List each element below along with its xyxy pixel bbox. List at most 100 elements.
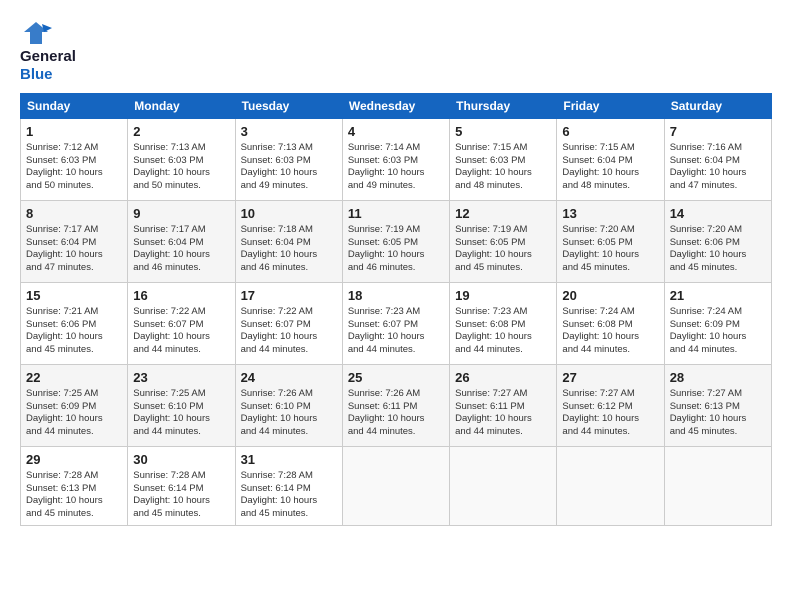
day-info-text: Sunrise: 7:19 AM Sunset: 6:05 PM Dayligh… [348, 224, 444, 275]
day-number: 3 [241, 123, 337, 141]
calendar-day-cell: 12Sunrise: 7:19 AM Sunset: 6:05 PM Dayli… [450, 201, 557, 283]
calendar-day-cell: 30Sunrise: 7:28 AM Sunset: 6:14 PM Dayli… [128, 447, 235, 526]
day-number: 7 [670, 123, 766, 141]
day-number: 24 [241, 369, 337, 387]
calendar-header-cell: Saturday [664, 94, 771, 119]
calendar-day-cell: 14Sunrise: 7:20 AM Sunset: 6:06 PM Dayli… [664, 201, 771, 283]
calendar-day-cell: 6Sunrise: 7:15 AM Sunset: 6:04 PM Daylig… [557, 119, 664, 201]
day-number: 28 [670, 369, 766, 387]
day-number: 5 [455, 123, 551, 141]
logo-bird-icon [20, 18, 52, 46]
day-info-text: Sunrise: 7:14 AM Sunset: 6:03 PM Dayligh… [348, 142, 444, 193]
day-number: 16 [133, 287, 229, 305]
calendar-day-cell: 28Sunrise: 7:27 AM Sunset: 6:13 PM Dayli… [664, 365, 771, 447]
calendar-week-row: 29Sunrise: 7:28 AM Sunset: 6:13 PM Dayli… [21, 447, 772, 526]
day-info-text: Sunrise: 7:24 AM Sunset: 6:09 PM Dayligh… [670, 306, 766, 357]
day-number: 12 [455, 205, 551, 223]
calendar-week-row: 15Sunrise: 7:21 AM Sunset: 6:06 PM Dayli… [21, 283, 772, 365]
calendar-header-cell: Tuesday [235, 94, 342, 119]
day-number: 6 [562, 123, 658, 141]
day-number: 15 [26, 287, 122, 305]
calendar-week-row: 22Sunrise: 7:25 AM Sunset: 6:09 PM Dayli… [21, 365, 772, 447]
day-number: 22 [26, 369, 122, 387]
calendar-week-row: 8Sunrise: 7:17 AM Sunset: 6:04 PM Daylig… [21, 201, 772, 283]
day-number: 10 [241, 205, 337, 223]
logo: General Blue [20, 18, 76, 83]
day-number: 26 [455, 369, 551, 387]
calendar-header-cell: Friday [557, 94, 664, 119]
calendar-day-cell: 27Sunrise: 7:27 AM Sunset: 6:12 PM Dayli… [557, 365, 664, 447]
day-info-text: Sunrise: 7:23 AM Sunset: 6:07 PM Dayligh… [348, 306, 444, 357]
calendar-day-cell: 31Sunrise: 7:28 AM Sunset: 6:14 PM Dayli… [235, 447, 342, 526]
day-number: 19 [455, 287, 551, 305]
day-number: 25 [348, 369, 444, 387]
day-info-text: Sunrise: 7:28 AM Sunset: 6:14 PM Dayligh… [133, 470, 229, 521]
calendar-day-cell: 2Sunrise: 7:13 AM Sunset: 6:03 PM Daylig… [128, 119, 235, 201]
day-info-text: Sunrise: 7:19 AM Sunset: 6:05 PM Dayligh… [455, 224, 551, 275]
day-info-text: Sunrise: 7:16 AM Sunset: 6:04 PM Dayligh… [670, 142, 766, 193]
calendar-day-cell: 4Sunrise: 7:14 AM Sunset: 6:03 PM Daylig… [342, 119, 449, 201]
day-number: 20 [562, 287, 658, 305]
day-info-text: Sunrise: 7:27 AM Sunset: 6:12 PM Dayligh… [562, 388, 658, 439]
day-number: 29 [26, 451, 122, 469]
day-info-text: Sunrise: 7:18 AM Sunset: 6:04 PM Dayligh… [241, 224, 337, 275]
calendar-day-cell: 3Sunrise: 7:13 AM Sunset: 6:03 PM Daylig… [235, 119, 342, 201]
day-number: 31 [241, 451, 337, 469]
day-number: 30 [133, 451, 229, 469]
calendar-day-cell: 1Sunrise: 7:12 AM Sunset: 6:03 PM Daylig… [21, 119, 128, 201]
day-info-text: Sunrise: 7:20 AM Sunset: 6:06 PM Dayligh… [670, 224, 766, 275]
day-number: 1 [26, 123, 122, 141]
calendar-header-cell: Wednesday [342, 94, 449, 119]
calendar-day-cell: 5Sunrise: 7:15 AM Sunset: 6:03 PM Daylig… [450, 119, 557, 201]
day-number: 21 [670, 287, 766, 305]
calendar-week-row: 1Sunrise: 7:12 AM Sunset: 6:03 PM Daylig… [21, 119, 772, 201]
day-info-text: Sunrise: 7:27 AM Sunset: 6:13 PM Dayligh… [670, 388, 766, 439]
calendar-day-cell: 17Sunrise: 7:22 AM Sunset: 6:07 PM Dayli… [235, 283, 342, 365]
day-info-text: Sunrise: 7:20 AM Sunset: 6:05 PM Dayligh… [562, 224, 658, 275]
day-info-text: Sunrise: 7:24 AM Sunset: 6:08 PM Dayligh… [562, 306, 658, 357]
day-info-text: Sunrise: 7:28 AM Sunset: 6:13 PM Dayligh… [26, 470, 122, 521]
calendar-day-cell: 26Sunrise: 7:27 AM Sunset: 6:11 PM Dayli… [450, 365, 557, 447]
calendar-day-cell: 9Sunrise: 7:17 AM Sunset: 6:04 PM Daylig… [128, 201, 235, 283]
day-info-text: Sunrise: 7:26 AM Sunset: 6:11 PM Dayligh… [348, 388, 444, 439]
day-number: 4 [348, 123, 444, 141]
day-number: 2 [133, 123, 229, 141]
day-info-text: Sunrise: 7:23 AM Sunset: 6:08 PM Dayligh… [455, 306, 551, 357]
calendar-day-cell: 7Sunrise: 7:16 AM Sunset: 6:04 PM Daylig… [664, 119, 771, 201]
header: General Blue [20, 18, 772, 83]
calendar-header-row: SundayMondayTuesdayWednesdayThursdayFrid… [21, 94, 772, 119]
calendar-day-cell: 8Sunrise: 7:17 AM Sunset: 6:04 PM Daylig… [21, 201, 128, 283]
calendar-header-cell: Sunday [21, 94, 128, 119]
calendar-day-cell: 23Sunrise: 7:25 AM Sunset: 6:10 PM Dayli… [128, 365, 235, 447]
day-number: 13 [562, 205, 658, 223]
day-info-text: Sunrise: 7:22 AM Sunset: 6:07 PM Dayligh… [241, 306, 337, 357]
calendar-day-cell: 25Sunrise: 7:26 AM Sunset: 6:11 PM Dayli… [342, 365, 449, 447]
calendar-day-cell: 21Sunrise: 7:24 AM Sunset: 6:09 PM Dayli… [664, 283, 771, 365]
day-number: 8 [26, 205, 122, 223]
day-info-text: Sunrise: 7:22 AM Sunset: 6:07 PM Dayligh… [133, 306, 229, 357]
day-info-text: Sunrise: 7:15 AM Sunset: 6:03 PM Dayligh… [455, 142, 551, 193]
calendar-header-cell: Monday [128, 94, 235, 119]
day-info-text: Sunrise: 7:17 AM Sunset: 6:04 PM Dayligh… [26, 224, 122, 275]
calendar-day-cell: 19Sunrise: 7:23 AM Sunset: 6:08 PM Dayli… [450, 283, 557, 365]
logo-general: General [20, 48, 76, 65]
calendar-day-cell: 16Sunrise: 7:22 AM Sunset: 6:07 PM Dayli… [128, 283, 235, 365]
calendar-day-cell: 29Sunrise: 7:28 AM Sunset: 6:13 PM Dayli… [21, 447, 128, 526]
day-number: 11 [348, 205, 444, 223]
day-info-text: Sunrise: 7:13 AM Sunset: 6:03 PM Dayligh… [241, 142, 337, 193]
calendar-day-cell: 20Sunrise: 7:24 AM Sunset: 6:08 PM Dayli… [557, 283, 664, 365]
calendar-day-cell: 13Sunrise: 7:20 AM Sunset: 6:05 PM Dayli… [557, 201, 664, 283]
day-info-text: Sunrise: 7:17 AM Sunset: 6:04 PM Dayligh… [133, 224, 229, 275]
day-number: 14 [670, 205, 766, 223]
calendar-day-cell: 15Sunrise: 7:21 AM Sunset: 6:06 PM Dayli… [21, 283, 128, 365]
calendar-header-cell: Thursday [450, 94, 557, 119]
day-info-text: Sunrise: 7:25 AM Sunset: 6:09 PM Dayligh… [26, 388, 122, 439]
day-info-text: Sunrise: 7:21 AM Sunset: 6:06 PM Dayligh… [26, 306, 122, 357]
calendar-day-cell: 10Sunrise: 7:18 AM Sunset: 6:04 PM Dayli… [235, 201, 342, 283]
logo-blue: Blue [20, 66, 53, 83]
day-info-text: Sunrise: 7:15 AM Sunset: 6:04 PM Dayligh… [562, 142, 658, 193]
calendar-day-cell [450, 447, 557, 526]
day-info-text: Sunrise: 7:13 AM Sunset: 6:03 PM Dayligh… [133, 142, 229, 193]
calendar-day-cell: 22Sunrise: 7:25 AM Sunset: 6:09 PM Dayli… [21, 365, 128, 447]
day-info-text: Sunrise: 7:28 AM Sunset: 6:14 PM Dayligh… [241, 470, 337, 521]
